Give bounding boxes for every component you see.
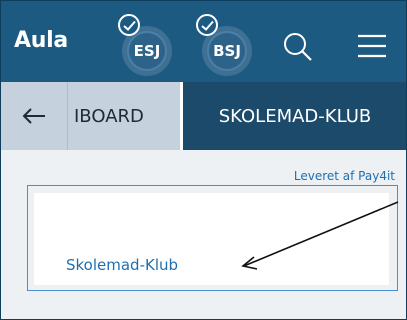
- window-border: [0, 0, 407, 320]
